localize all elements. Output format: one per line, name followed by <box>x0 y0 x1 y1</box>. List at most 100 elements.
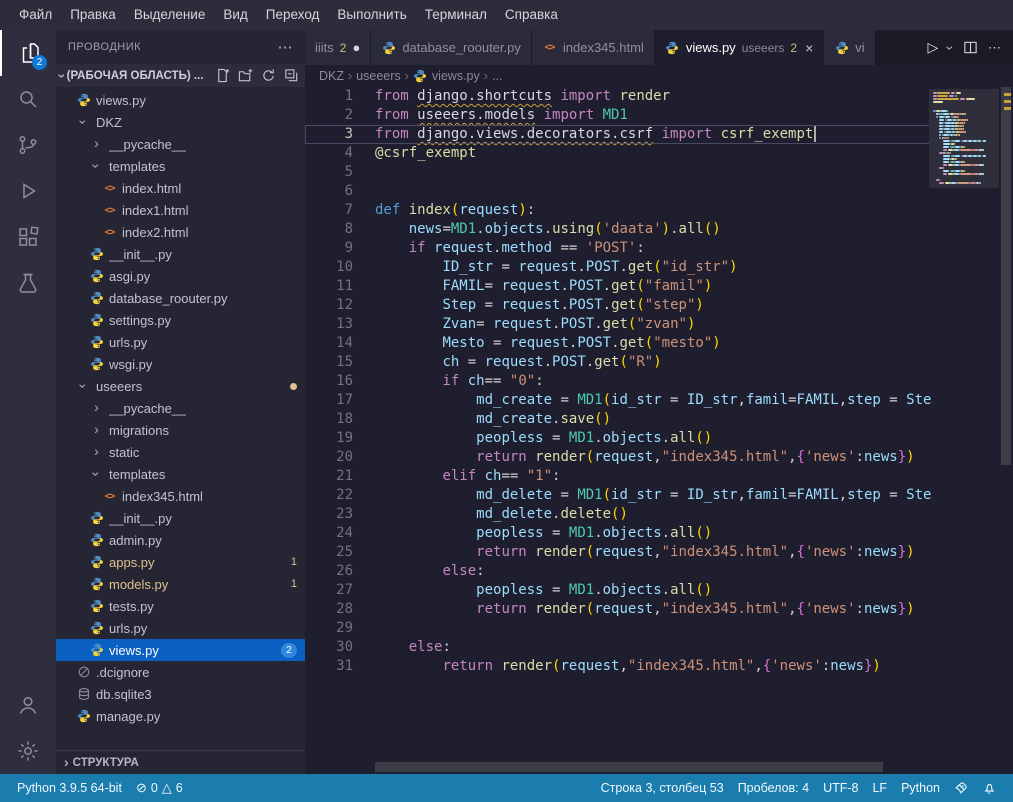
tree-item-urls.py[interactable]: urls.py <box>56 617 305 639</box>
sidebar-more-actions-button[interactable]: ⋯ <box>278 38 294 56</box>
notifications-bell-icon[interactable] <box>975 774 1003 802</box>
tree-item-index2.html[interactable]: <>index2.html <box>56 221 305 243</box>
menu-item-3[interactable]: Вид <box>214 0 256 30</box>
code-line-31[interactable]: 31 return render(request,"index345.html"… <box>305 657 999 676</box>
tree-item-database_roouter.py[interactable]: database_roouter.py <box>56 287 305 309</box>
code-line-4[interactable]: 4@csrf_exempt <box>305 144 999 163</box>
tree-item-urls.py[interactable]: urls.py <box>56 331 305 353</box>
split-editor-icon[interactable] <box>963 40 978 55</box>
breadcrumb-item-1[interactable]: useeers <box>356 69 400 83</box>
code-line-13[interactable]: 13 Zvan= request.POST.get("zvan") <box>305 315 999 334</box>
collapse-all-icon[interactable] <box>284 68 299 83</box>
language-mode-status[interactable]: Python <box>894 774 947 802</box>
code-line-7[interactable]: 7def index(request): <box>305 201 999 220</box>
activity-item-settings[interactable] <box>0 728 56 774</box>
tab-views.py[interactable]: views.pyuseeers2× <box>655 30 824 65</box>
code-line-22[interactable]: 22 md_delete = MD1(id_str = ID_str,famil… <box>305 486 999 505</box>
breadcrumb-item-2[interactable]: views.py <box>413 69 480 84</box>
indentation-status[interactable]: Пробелов: 4 <box>731 774 816 802</box>
tree-item-index345.html[interactable]: <>index345.html <box>56 485 305 507</box>
tree-item-admin.py[interactable]: admin.py <box>56 529 305 551</box>
code-line-23[interactable]: 23 md_delete.delete() <box>305 505 999 524</box>
tab-iiits[interactable]: iiits2● <box>305 30 371 65</box>
tree-item-views.py[interactable]: views.py <box>56 89 305 111</box>
code-line-25[interactable]: 25 return render(request,"index345.html"… <box>305 543 999 562</box>
code-line-5[interactable]: 5 <box>305 163 999 182</box>
activity-item-run-debug[interactable] <box>0 168 56 214</box>
activity-item-source-control[interactable] <box>0 122 56 168</box>
vertical-scrollbar-thumb[interactable] <box>1001 87 1011 465</box>
tree-item-views.py[interactable]: views.py2 <box>56 639 305 661</box>
code-line-27[interactable]: 27 peopless = MD1.objects.all() <box>305 581 999 600</box>
code-area[interactable]: 1from django.shortcuts import render2fro… <box>305 87 999 760</box>
breadcrumb-item-0[interactable]: DKZ <box>319 69 344 83</box>
menu-item-1[interactable]: Правка <box>61 0 125 30</box>
outline-section-header[interactable]: › СТРУКТУРА <box>56 750 305 774</box>
tree-item-wsgi.py[interactable]: wsgi.py <box>56 353 305 375</box>
tree-item-migrations[interactable]: ›migrations <box>56 419 305 441</box>
code-line-14[interactable]: 14 Mesto = request.POST.get("mesto") <box>305 334 999 353</box>
tree-item-DKZ[interactable]: ›DKZ <box>56 111 305 133</box>
vertical-scrollbar[interactable] <box>999 87 1013 774</box>
tab-index345.html[interactable]: <>index345.html <box>532 30 655 65</box>
menu-item-7[interactable]: Справка <box>496 0 567 30</box>
code-line-30[interactable]: 30 else: <box>305 638 999 657</box>
tree-item-static[interactable]: ›static <box>56 441 305 463</box>
breadcrumb-item-3[interactable]: ... <box>492 69 502 83</box>
menu-item-4[interactable]: Переход <box>257 0 329 30</box>
tree-item-apps.py[interactable]: apps.py1 <box>56 551 305 573</box>
refresh-icon[interactable] <box>261 68 276 83</box>
menu-item-2[interactable]: Выделение <box>125 0 215 30</box>
run-button[interactable]: ▷ <box>928 39 939 56</box>
activity-item-search[interactable] <box>0 76 56 122</box>
code-line-17[interactable]: 17 md_create = MD1(id_str = ID_str,famil… <box>305 391 999 410</box>
activity-item-extensions[interactable] <box>0 214 56 260</box>
problems-status[interactable]: ⊘ 0 △ 6 <box>129 774 190 802</box>
code-line-8[interactable]: 8 news=MD1.objects.using('daata').all() <box>305 220 999 239</box>
code-line-26[interactable]: 26 else: <box>305 562 999 581</box>
tree-item-tests.py[interactable]: tests.py <box>56 595 305 617</box>
code-line-9[interactable]: 9 if request.method == 'POST': <box>305 239 999 258</box>
tree-item-settings.py[interactable]: settings.py <box>56 309 305 331</box>
minimap[interactable] <box>929 89 999 188</box>
pylance-rocket-icon[interactable] <box>947 774 975 802</box>
run-dropdown-icon[interactable]: › <box>944 45 958 50</box>
horizontal-scrollbar[interactable] <box>375 762 883 772</box>
tree-item-index.html[interactable]: <>index.html <box>56 177 305 199</box>
tab-close-icon[interactable]: × <box>805 40 813 56</box>
code-line-15[interactable]: 15 ch = request.POST.get("R") <box>305 353 999 372</box>
menu-item-6[interactable]: Терминал <box>416 0 496 30</box>
menu-item-5[interactable]: Выполнить <box>328 0 415 30</box>
cursor-position-status[interactable]: Строка 3, столбец 53 <box>594 774 731 802</box>
menu-item-0[interactable]: Файл <box>10 0 61 30</box>
editor[interactable]: 1from django.shortcuts import render2fro… <box>305 87 1013 774</box>
encoding-status[interactable]: UTF-8 <box>816 774 865 802</box>
code-line-12[interactable]: 12 Step = request.POST.get("step") <box>305 296 999 315</box>
code-line-10[interactable]: 10 ID_str = request.POST.get("id_str") <box>305 258 999 277</box>
tree-item-db.sqlite3[interactable]: db.sqlite3 <box>56 683 305 705</box>
tree-item-templates[interactable]: ›templates <box>56 463 305 485</box>
code-line-16[interactable]: 16 if ch== "0": <box>305 372 999 391</box>
code-line-18[interactable]: 18 md_create.save() <box>305 410 999 429</box>
code-line-21[interactable]: 21 elif ch== "1": <box>305 467 999 486</box>
tree-item-templates[interactable]: ›templates <box>56 155 305 177</box>
tree-item-useeers[interactable]: ›useeers <box>56 375 305 397</box>
workspace-section-header[interactable]: › (РАБОЧАЯ ОБЛАСТЬ) ... <box>56 64 305 87</box>
code-line-6[interactable]: 6 <box>305 182 999 201</box>
tree-item-index1.html[interactable]: <>index1.html <box>56 199 305 221</box>
tree-item-models.py[interactable]: models.py1 <box>56 573 305 595</box>
tab-vi[interactable]: vi <box>824 30 875 65</box>
more-actions-button[interactable]: ⋯ <box>988 40 1001 56</box>
new-folder-icon[interactable] <box>238 68 253 83</box>
code-line-1[interactable]: 1from django.shortcuts import render <box>305 87 999 106</box>
code-line-20[interactable]: 20 return render(request,"index345.html"… <box>305 448 999 467</box>
code-line-29[interactable]: 29 <box>305 619 999 638</box>
tree-item-manage.py[interactable]: manage.py <box>56 705 305 727</box>
code-line-2[interactable]: 2from useeers.models import MD1 <box>305 106 999 125</box>
activity-item-account[interactable] <box>0 682 56 728</box>
tree-item-__init__.py[interactable]: __init__.py <box>56 507 305 529</box>
tree-item-__pycache__[interactable]: ›__pycache__ <box>56 397 305 419</box>
code-line-3[interactable]: 3from django.views.decorators.csrf impor… <box>305 125 999 144</box>
tree-item-__init__.py[interactable]: __init__.py <box>56 243 305 265</box>
code-line-11[interactable]: 11 FAMIL= request.POST.get("famil") <box>305 277 999 296</box>
